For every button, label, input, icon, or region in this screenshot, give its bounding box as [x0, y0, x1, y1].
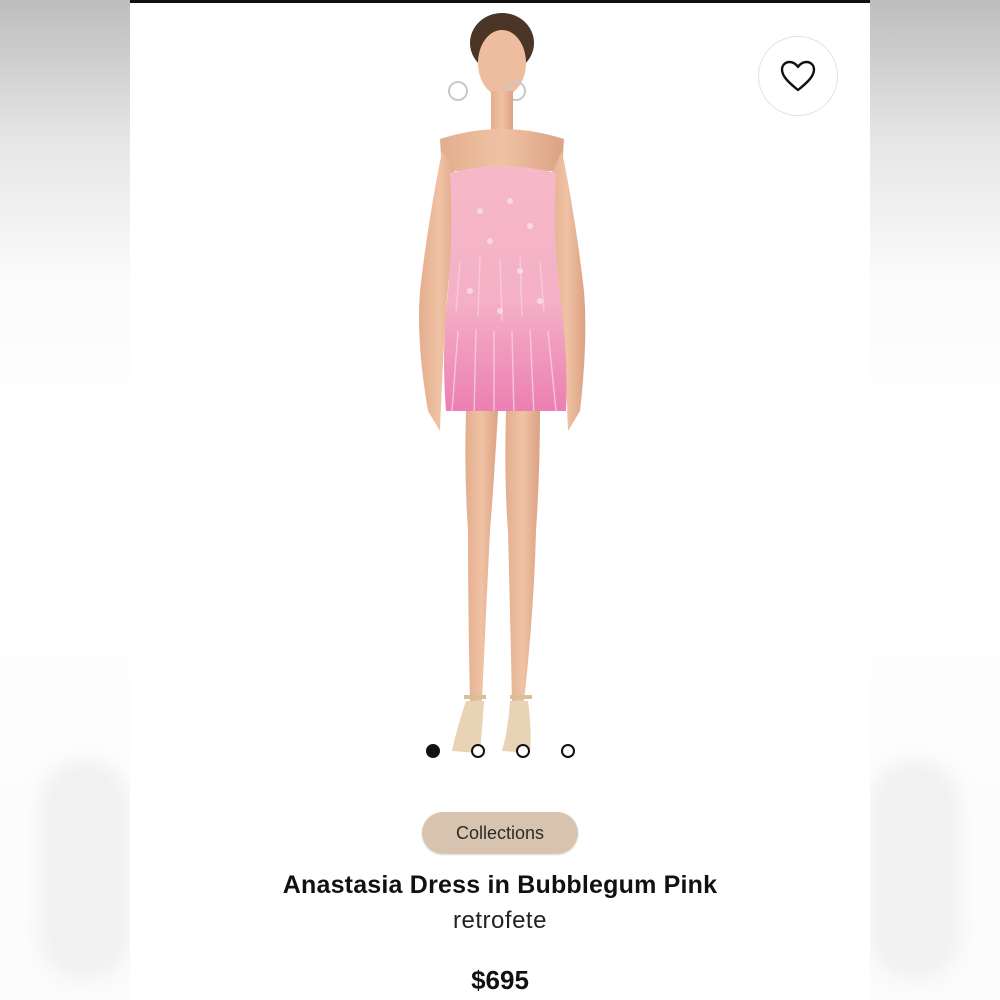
- collections-badge-label: Collections: [455, 822, 545, 843]
- blurred-backdrop-left: [0, 0, 130, 1000]
- heart-icon: [780, 60, 816, 92]
- image-carousel-dots: [130, 744, 870, 760]
- product-image[interactable]: [390, 11, 610, 763]
- product-brand[interactable]: retrofete: [130, 907, 870, 935]
- carousel-dot-3[interactable]: [515, 744, 530, 758]
- blurred-backdrop-right: [870, 0, 1000, 1000]
- favorite-button[interactable]: [758, 36, 838, 116]
- carousel-dot-2[interactable]: [470, 744, 485, 758]
- product-detail-page: Collections Anastasia Dress in Bubblegum…: [130, 0, 870, 1000]
- carousel-dot-1[interactable]: [425, 744, 440, 758]
- product-title: Anastasia Dress in Bubblegum Pink: [282, 871, 718, 899]
- product-price: $695: [471, 965, 529, 995]
- screen: Collections Anastasia Dress in Bubblegum…: [0, 0, 1000, 1000]
- carousel-dot-4[interactable]: [560, 744, 575, 758]
- collections-badge[interactable]: Collections: [422, 812, 578, 854]
